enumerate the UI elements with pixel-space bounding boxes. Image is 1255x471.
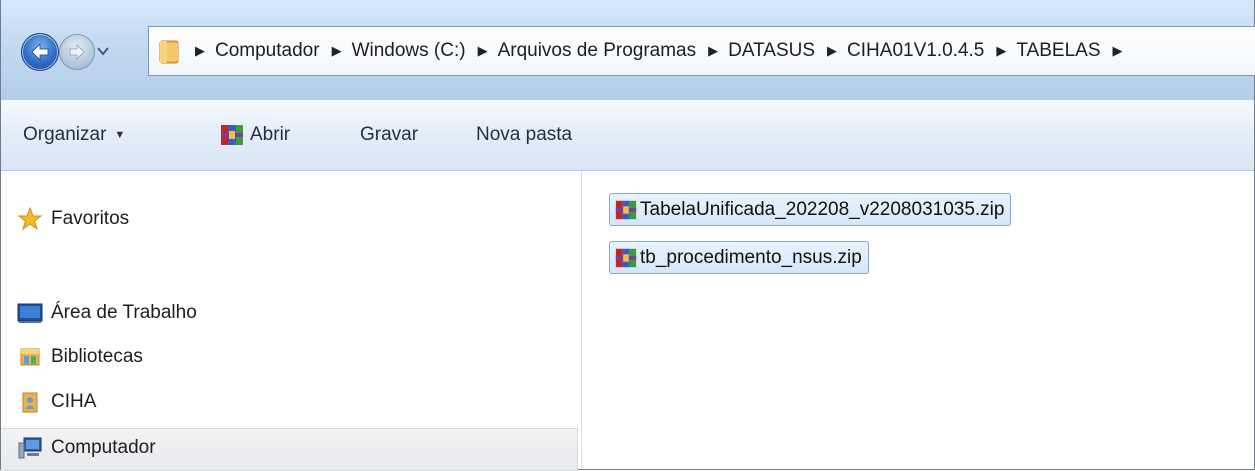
- desktop-icon: [17, 300, 43, 326]
- explorer-window: ▶ Computador ▶ Windows (C:) ▶ Arquivos d…: [0, 0, 1255, 471]
- forward-arrow-icon: [69, 44, 85, 60]
- new-folder-button[interactable]: Nova pasta: [476, 100, 572, 170]
- libraries-icon: [17, 344, 43, 370]
- command-toolbar: Organizar ▼ Abrir Gravar Nova pasta: [1, 100, 1254, 171]
- file-list: TabelaUnificada_202208_v2208031035.zip t…: [582, 171, 1254, 469]
- back-button[interactable]: [21, 33, 59, 71]
- chevron-down-icon: [97, 47, 109, 56]
- breadcrumb-separator-icon[interactable]: ▶: [332, 43, 342, 59]
- nav-item-area-de-trabalho[interactable]: Área de Trabalho: [17, 293, 197, 333]
- address-bar[interactable]: ▶ Computador ▶ Windows (C:) ▶ Arquivos d…: [148, 26, 1255, 76]
- breadcrumb-separator-icon[interactable]: ▶: [827, 43, 837, 59]
- winrar-icon: [221, 125, 243, 145]
- back-arrow-icon: [31, 43, 49, 61]
- winrar-archive-icon: [615, 200, 637, 219]
- breadcrumb-datasus[interactable]: DATASUS: [728, 40, 815, 62]
- forward-button[interactable]: [59, 34, 95, 70]
- breadcrumb-tabelas[interactable]: TABELAS: [1016, 40, 1100, 62]
- breadcrumb-separator-icon[interactable]: ▶: [478, 43, 488, 59]
- breadcrumb-separator-icon[interactable]: ▶: [195, 43, 205, 59]
- recent-pages-dropdown[interactable]: [96, 44, 110, 58]
- file-item[interactable]: TabelaUnificada_202208_v2208031035.zip: [609, 193, 1012, 226]
- nav-item-label: Área de Trabalho: [51, 302, 197, 323]
- breadcrumb-arquivos-de-programas[interactable]: Arquivos de Programas: [498, 40, 697, 62]
- nav-item-ciha[interactable]: CIHA: [17, 382, 96, 422]
- nav-item-label: Bibliotecas: [51, 346, 143, 367]
- breadcrumb-windows-c[interactable]: Windows (C:): [352, 40, 466, 62]
- nav-item-label: CIHA: [51, 391, 97, 412]
- caret-down-icon: ▼: [114, 129, 126, 141]
- folder-icon: [159, 40, 179, 64]
- nav-item-bibliotecas[interactable]: Bibliotecas: [17, 337, 143, 377]
- breadcrumb-separator-icon[interactable]: ▶: [708, 43, 718, 59]
- computer-icon: [17, 435, 43, 461]
- breadcrumb-separator-icon[interactable]: ▶: [996, 43, 1006, 59]
- file-name: TabelaUnificada_202208_v2208031035.zip: [640, 198, 1005, 220]
- organize-button[interactable]: Organizar ▼: [23, 100, 125, 170]
- user-folder-icon: [17, 389, 43, 415]
- star-icon: [17, 206, 43, 232]
- breadcrumb-separator-icon[interactable]: ▶: [1113, 43, 1123, 59]
- file-item[interactable]: tb_procedimento_nsus.zip: [609, 241, 869, 274]
- open-label: Abrir: [250, 124, 291, 145]
- burn-label: Gravar: [360, 124, 419, 145]
- nav-item-label: Computador: [51, 437, 156, 458]
- new-folder-label: Nova pasta: [476, 124, 573, 145]
- nav-item-label: Favoritos: [51, 208, 130, 229]
- winrar-archive-icon: [615, 248, 637, 267]
- breadcrumb-ciha01v1045[interactable]: CIHA01V1.0.4.5: [847, 40, 984, 62]
- nav-item-computador[interactable]: Computador: [17, 428, 156, 468]
- navigation-pane: Favoritos Área de Trabalho Bibliotecas C…: [1, 171, 582, 471]
- file-name: tb_procedimento_nsus.zip: [640, 246, 862, 268]
- navigation-bar: ▶ Computador ▶ Windows (C:) ▶ Arquivos d…: [1, 0, 1255, 101]
- nav-item-favoritos[interactable]: Favoritos: [17, 199, 129, 239]
- organize-label: Organizar: [23, 124, 107, 145]
- open-button[interactable]: Abrir: [219, 100, 290, 170]
- burn-button[interactable]: Gravar: [360, 100, 418, 170]
- breadcrumb: ▶ Computador ▶ Windows (C:) ▶ Arquivos d…: [195, 40, 1133, 62]
- breadcrumb-computador[interactable]: Computador: [215, 40, 320, 62]
